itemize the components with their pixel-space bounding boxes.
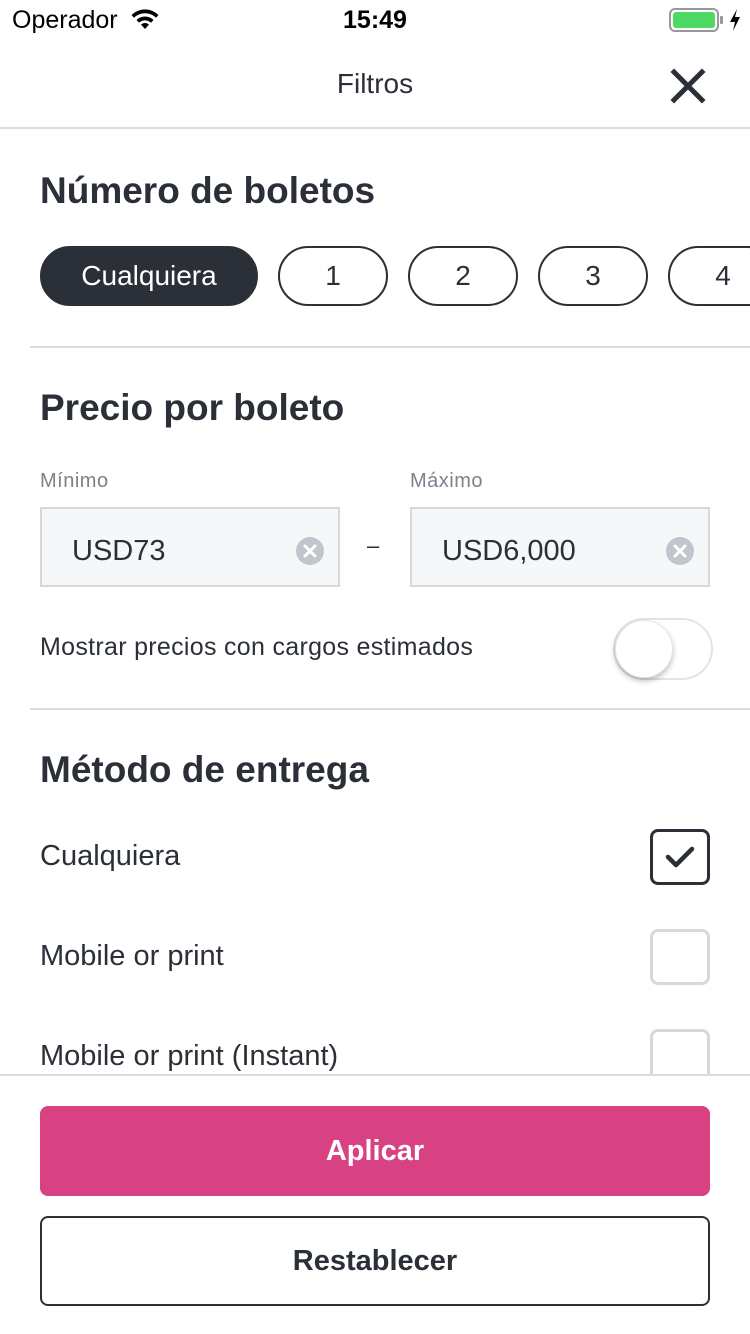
fees-toggle[interactable]: [613, 618, 713, 680]
min-price-input[interactable]: USD73: [40, 507, 340, 587]
toggle-knob: [615, 620, 673, 678]
delivery-option-mobile-print-checkbox[interactable]: [650, 929, 710, 985]
status-bar: Operador 15:49: [0, 0, 750, 40]
min-price-value: USD73: [72, 535, 166, 567]
clear-max-icon[interactable]: [666, 537, 694, 565]
price-section-title: Precio por boleto: [40, 387, 345, 428]
max-price-value: USD6,000: [442, 535, 576, 567]
ticket-option-4[interactable]: 4: [668, 246, 750, 306]
delivery-option-any-checkbox[interactable]: [650, 829, 710, 885]
battery-icon: [669, 8, 723, 32]
page-title: Filtros: [336, 68, 414, 99]
apply-button[interactable]: Aplicar: [40, 1106, 710, 1196]
reset-button[interactable]: Restablecer: [40, 1216, 710, 1306]
divider: [30, 708, 750, 710]
clear-min-icon[interactable]: [296, 537, 324, 565]
ticket-option-2[interactable]: 2: [408, 246, 518, 306]
header: Filtros: [0, 40, 750, 129]
charging-bolt-icon: [730, 9, 740, 31]
delivery-option-label[interactable]: Mobile or print: [40, 940, 224, 973]
tickets-section-title: Número de boletos: [40, 170, 376, 211]
range-separator: –: [367, 533, 380, 558]
delivery-section-title: Método de entrega: [40, 749, 369, 790]
min-price-label: Mínimo: [40, 470, 109, 492]
clock: 15:49: [343, 6, 407, 34]
ticket-option-3[interactable]: 3: [538, 246, 648, 306]
max-price-label: Máximo: [410, 470, 484, 492]
close-icon[interactable]: [664, 62, 712, 110]
ticket-option-any[interactable]: Cualquiera: [40, 246, 258, 306]
action-panel: Aplicar Restablecer: [0, 1074, 750, 1334]
fees-toggle-label: Mostrar precios con cargos estimados: [40, 633, 474, 661]
ticket-option-1[interactable]: 1: [278, 246, 388, 306]
delivery-option-label[interactable]: Mobile or print (Instant): [40, 1040, 338, 1073]
checkmark-icon: [665, 846, 695, 868]
divider: [30, 346, 750, 348]
ticket-count-options: Cualquiera 1 2 3 4: [40, 246, 750, 306]
delivery-option-label[interactable]: Cualquiera: [40, 840, 180, 873]
max-price-input[interactable]: USD6,000: [410, 507, 710, 587]
